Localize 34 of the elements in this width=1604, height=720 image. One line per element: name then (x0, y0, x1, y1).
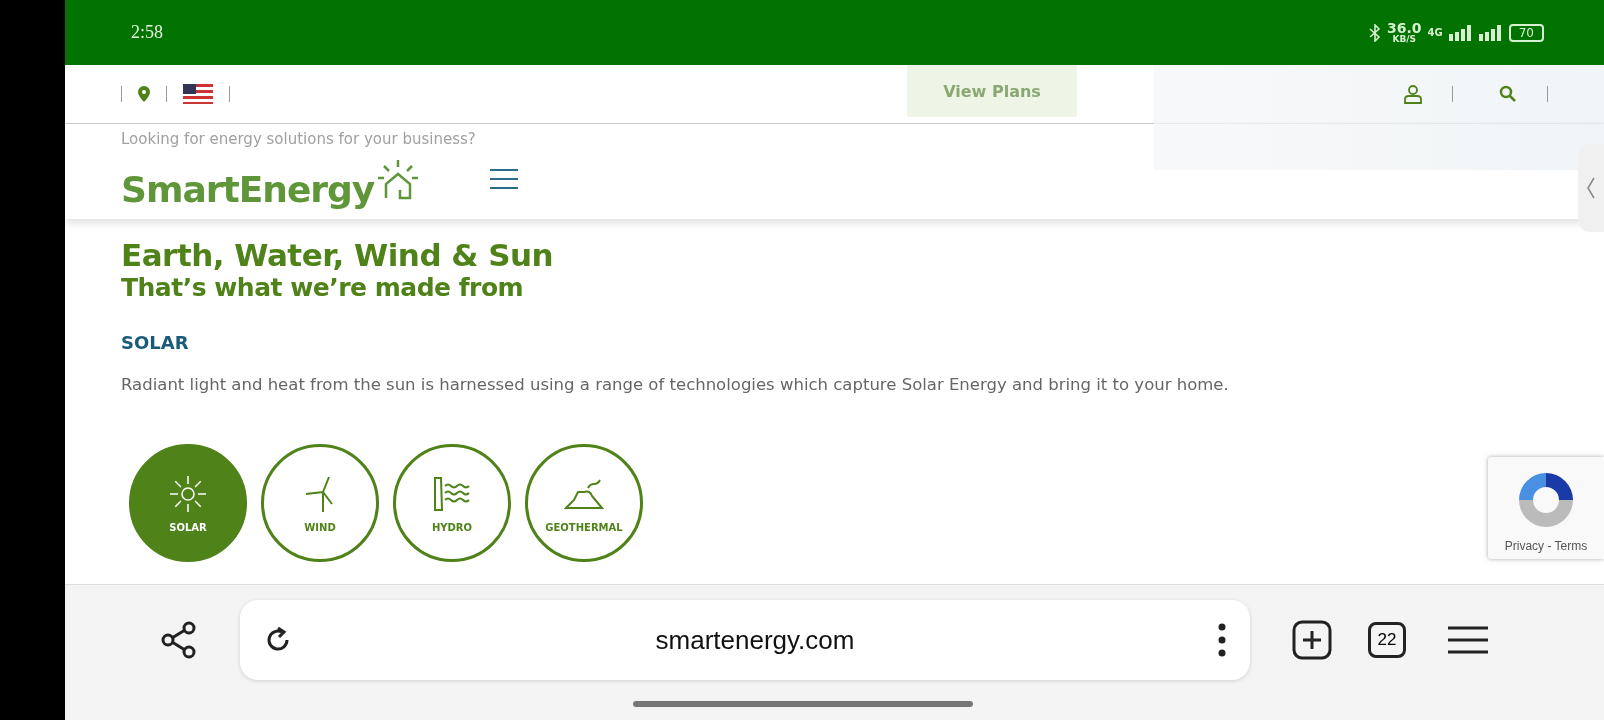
energy-tab[interactable]: GEOTHERMAL (525, 444, 643, 562)
recaptcha-badge[interactable]: Privacy - Terms (1488, 457, 1604, 559)
flag-icon[interactable] (183, 84, 213, 104)
section-description: Radiant light and heat from the sun is harnessed using a range of technologies which capture Solar Energy and bring it to your home. (121, 375, 1230, 394)
search-icon[interactable] (1499, 85, 1517, 103)
hero-subtitle: That’s what we’re made from (121, 273, 525, 302)
hero-title: Earth, Water, Wind & Sun (121, 237, 555, 273)
more-options-icon[interactable] (1218, 623, 1226, 657)
location-pin-icon[interactable] (138, 86, 150, 102)
privacy-terms-link[interactable]: Privacy - Terms (1504, 539, 1588, 553)
clock-time: 2:58 (131, 22, 163, 43)
menu-icon[interactable] (1448, 625, 1488, 655)
url-text: smartenergy.com (654, 624, 856, 656)
sun-icon (168, 473, 208, 514)
new-tab-icon[interactable] (1292, 620, 1332, 660)
tab-count-button[interactable]: 22 (1368, 622, 1406, 658)
side-panel-handle[interactable] (1578, 144, 1604, 232)
view-plans-button[interactable]: View Plans (907, 65, 1077, 117)
logo[interactable]: SmartEnergy (121, 157, 425, 210)
signal-icon (1448, 24, 1473, 41)
share-icon[interactable] (160, 621, 198, 659)
energy-tab[interactable]: WIND (261, 444, 379, 562)
user-icon[interactable] (1404, 84, 1422, 104)
section-heading: SOLAR (121, 332, 190, 353)
network-type: 4G (1427, 27, 1443, 38)
signal-icon (1478, 24, 1503, 41)
energy-tab[interactable]: SOLAR (129, 444, 247, 562)
battery-indicator: 70 (1508, 23, 1544, 42)
energy-tab[interactable]: HYDRO (393, 444, 511, 562)
address-bar[interactable]: smartenergy.com (240, 600, 1250, 680)
bluetooth-icon (1369, 23, 1381, 42)
network-speed: 36.0 KB/S (1387, 22, 1422, 43)
business-prompt-text: Looking for energy solutions for your business? (121, 130, 476, 148)
chevron-left-icon (1587, 177, 1595, 199)
